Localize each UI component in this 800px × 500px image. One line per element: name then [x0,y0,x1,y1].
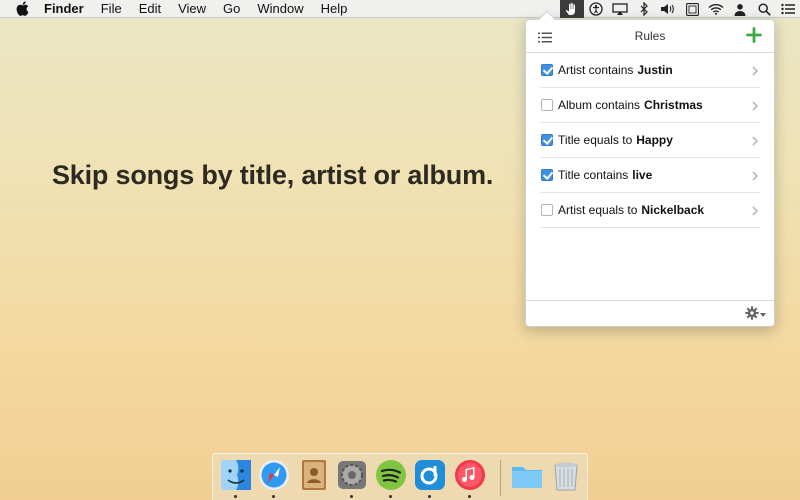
notification-list-icon[interactable] [776,0,800,18]
rule-condition: Album contains [558,98,641,112]
rules-popover: Rules Artist contains Justin Album conta… [525,10,775,327]
rule-row[interactable]: Artist equals to Nickelback [540,193,760,228]
rule-row[interactable]: Artist contains Justin [540,53,760,88]
rule-checkbox[interactable] [541,64,553,76]
chevron-right-icon[interactable] [752,65,759,79]
running-indicator [234,495,237,498]
rule-checkbox[interactable] [541,99,553,111]
trash-icon[interactable] [549,458,583,492]
menu-app-name[interactable]: Finder [44,0,84,18]
rule-condition: Artist equals to [558,203,638,217]
rule-condition: Title equals to [558,133,633,147]
rule-value: Christmas [644,98,703,112]
safari-icon[interactable] [257,458,291,492]
running-indicator [428,495,431,498]
headline-text: Skip songs by title, artist or album. [52,160,494,190]
rules-list: Artist contains Justin Album contains Ch… [526,53,774,228]
chevron-right-icon[interactable] [752,205,759,219]
rule-row[interactable]: Album contains Christmas [540,88,760,123]
wifi-icon[interactable] [704,0,728,18]
downloads-folder-icon[interactable] [510,458,544,492]
menu-bar: Finder File Edit View Go Window Help [0,0,800,18]
spotlight-search-icon[interactable] [752,0,776,18]
bluetooth-icon[interactable] [632,0,656,18]
menu-view[interactable]: View [178,0,206,18]
chevron-right-icon[interactable] [752,100,759,114]
chevron-right-icon[interactable] [752,135,759,149]
running-indicator [468,495,471,498]
add-rule-button[interactable] [746,27,762,43]
status-bar [560,0,800,18]
keyboard-layout-icon[interactable] [680,0,704,18]
contacts-icon[interactable] [297,458,331,492]
rule-checkbox[interactable] [541,169,553,181]
airplay-icon[interactable] [608,0,632,18]
running-indicator [350,495,353,498]
gear-icon[interactable] [745,306,766,320]
rule-checkbox[interactable] [541,204,553,216]
rule-value: Nickelback [641,203,705,217]
menu-go[interactable]: Go [223,0,240,18]
system-preferences-icon[interactable] [335,458,369,492]
volume-icon[interactable] [656,0,680,18]
dock [212,453,588,500]
menu-window[interactable]: Window [257,0,303,18]
hand-icon[interactable] [560,0,584,18]
popover-title: Rules [634,29,666,43]
rule-row[interactable]: Title contains live [540,158,760,193]
rule-condition: Title contains [558,168,629,182]
spotify-icon[interactable] [374,458,408,492]
chevron-right-icon[interactable] [752,170,759,184]
rule-value: Justin [637,63,673,77]
dock-separator [500,460,501,496]
user-icon[interactable] [728,0,752,18]
apple-menu-icon[interactable] [16,1,30,16]
list-icon[interactable] [538,30,552,48]
finder-icon[interactable] [219,458,253,492]
itunes-icon[interactable] [453,458,487,492]
menu-edit[interactable]: Edit [139,0,161,18]
rule-row[interactable]: Title equals to Happy [540,123,760,158]
rule-value: live [632,168,653,182]
rule-condition: Artist contains [558,63,634,77]
running-indicator [389,495,392,498]
menu-help[interactable]: Help [321,0,348,18]
running-indicator [272,495,275,498]
accessibility-icon[interactable] [584,0,608,18]
rdio-icon[interactable] [413,458,447,492]
rule-checkbox[interactable] [541,134,553,146]
menu-file[interactable]: File [101,0,122,18]
popover-header: Rules [526,20,774,53]
popover-footer [526,300,774,326]
rule-value: Happy [636,133,673,147]
